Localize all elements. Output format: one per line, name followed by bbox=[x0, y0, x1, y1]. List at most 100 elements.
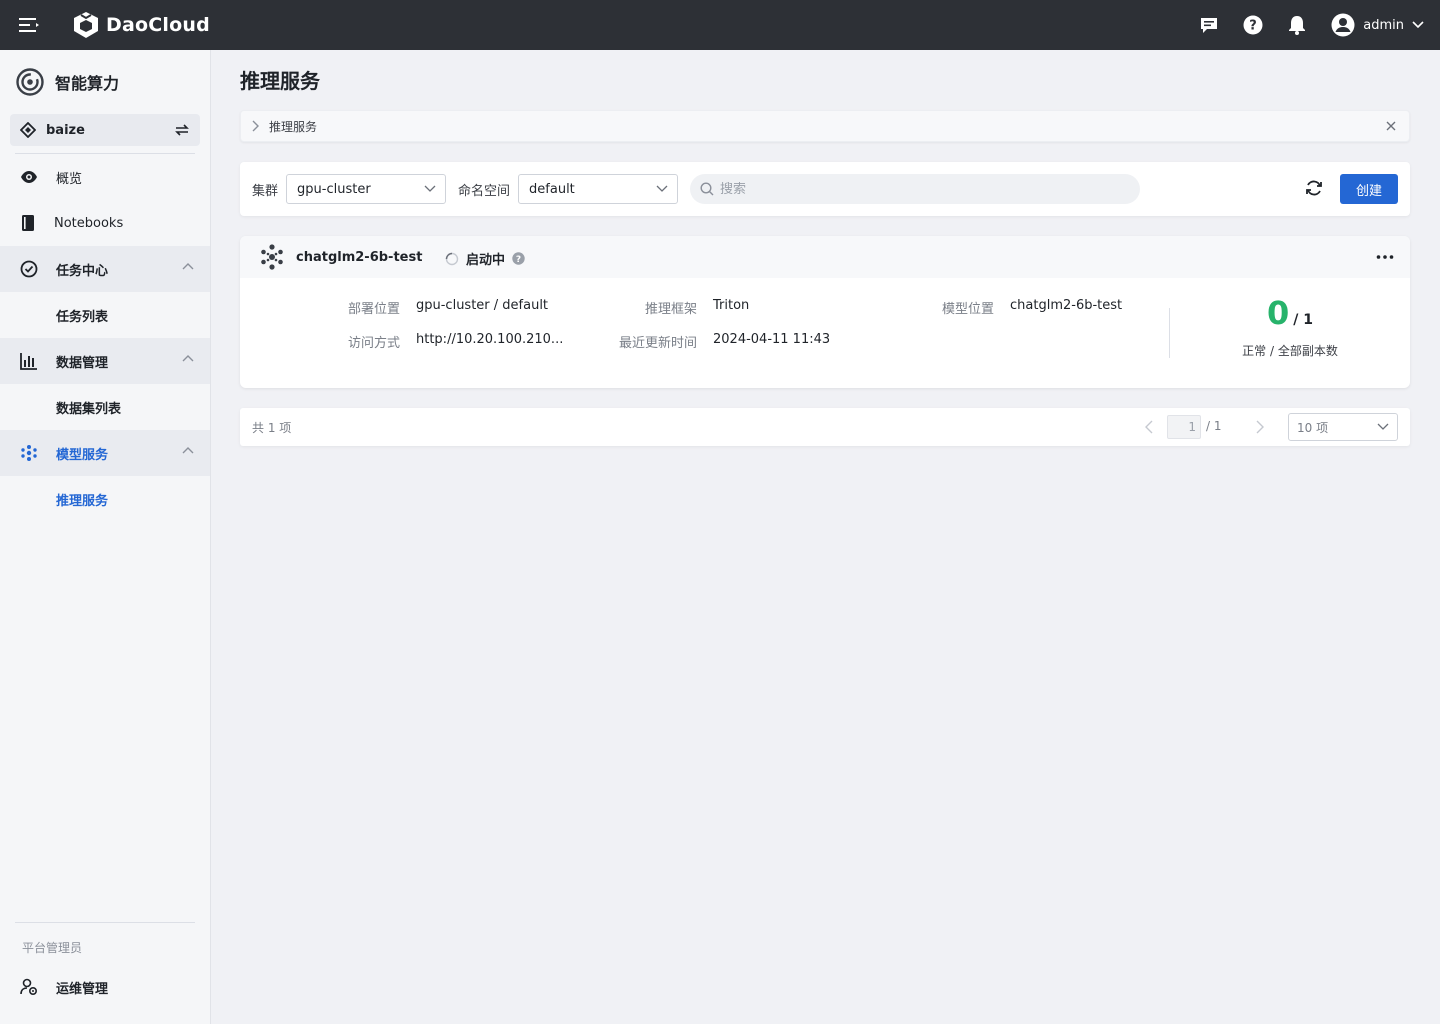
more-options-icon[interactable] bbox=[1376, 249, 1394, 265]
bell-icon[interactable] bbox=[1275, 0, 1319, 50]
chevron-up-icon bbox=[182, 355, 194, 362]
cluster-select[interactable]: gpu-cluster bbox=[286, 174, 447, 204]
workspace-icon bbox=[20, 122, 36, 138]
user-avatar-icon bbox=[1331, 13, 1355, 37]
namespace-select[interactable]: default bbox=[518, 174, 679, 204]
sidebar-item-overview[interactable]: 概览 bbox=[0, 154, 210, 200]
chevron-down-icon bbox=[1377, 423, 1389, 430]
service-name[interactable]: chatglm2-6b-test bbox=[296, 250, 422, 265]
help-icon[interactable]: ? bbox=[1231, 0, 1275, 50]
menu-icon[interactable] bbox=[0, 0, 58, 50]
model-location-value: chatglm2-6b-test bbox=[1010, 298, 1123, 313]
pagination: 共 1 项 1 / 1 10 项 bbox=[240, 408, 1410, 446]
workspace-switcher[interactable]: baize bbox=[10, 114, 200, 146]
sidebar-item-inference-service[interactable]: 推理服务 bbox=[0, 476, 210, 522]
sidebar: 智能算力 baize 概览 Notebooks 任务中心 任务列表 数据管理 数… bbox=[0, 50, 211, 1024]
service-card-header: chatglm2-6b-test 启动中 ? bbox=[240, 236, 1410, 278]
chevron-down-icon bbox=[424, 185, 436, 192]
page-title: 推理服务 bbox=[240, 69, 320, 93]
updated-value: 2024-04-11 11:43 bbox=[713, 332, 831, 347]
chevron-right-icon[interactable] bbox=[251, 120, 259, 132]
user-name: admin bbox=[1363, 17, 1404, 33]
chevron-down-icon bbox=[1412, 21, 1424, 29]
framework-label: 推理框架 bbox=[644, 302, 697, 317]
cluster-value: gpu-cluster bbox=[297, 181, 371, 197]
chevron-left-icon[interactable] bbox=[1145, 420, 1153, 434]
page-total: / 1 bbox=[1206, 419, 1222, 433]
card-divider bbox=[1169, 308, 1170, 358]
replicas-label: 正常 / 全部副本数 bbox=[1242, 344, 1338, 358]
sidebar-item-label: 模型服务 bbox=[56, 447, 109, 463]
replica-summary: 0/ 1 正常 / 全部副本数 bbox=[1240, 294, 1340, 359]
refresh-icon[interactable] bbox=[1304, 178, 1324, 198]
model-location-label: 模型位置 bbox=[941, 302, 994, 317]
sidebar-item-label: 运维管理 bbox=[56, 981, 109, 997]
workspace-name: baize bbox=[46, 122, 85, 138]
notebook-icon bbox=[22, 215, 34, 231]
filter-toolbar: 集群 gpu-cluster 命名空间 default 创建 bbox=[240, 162, 1410, 216]
search-input[interactable] bbox=[720, 181, 1121, 197]
chart-icon bbox=[20, 353, 37, 370]
chevron-up-icon bbox=[182, 263, 194, 270]
product-title: 智能算力 bbox=[55, 74, 120, 93]
sidebar-item-label: 推理服务 bbox=[56, 493, 109, 509]
message-icon[interactable] bbox=[1187, 0, 1231, 50]
model-icon bbox=[21, 445, 37, 461]
access-value[interactable]: http://10.20.100.210... bbox=[416, 332, 563, 347]
search-box bbox=[690, 174, 1141, 204]
status-badge: 启动中 ? bbox=[445, 249, 525, 268]
sidebar-group-task-center[interactable]: 任务中心 bbox=[0, 246, 210, 292]
user-gear-icon bbox=[20, 978, 38, 996]
sidebar-item-label: 数据集列表 bbox=[56, 401, 122, 417]
sidebar-group-model-service[interactable]: 模型服务 bbox=[0, 430, 210, 476]
product-header: 智能算力 bbox=[0, 50, 210, 114]
page-size-select[interactable]: 10 项 bbox=[1288, 413, 1398, 441]
sidebar-item-label: 数据管理 bbox=[56, 355, 109, 371]
access-label: 访问方式 bbox=[347, 336, 400, 351]
framework-value: Triton bbox=[713, 298, 750, 313]
deploy-location-value: gpu-cluster / default bbox=[416, 298, 549, 313]
namespace-value: default bbox=[529, 181, 575, 197]
replicas-ready: 0 bbox=[1267, 294, 1290, 332]
total-count: 共 1 项 bbox=[252, 420, 292, 435]
chevron-right-icon[interactable] bbox=[1256, 420, 1264, 434]
svg-text:?: ? bbox=[1249, 19, 1257, 34]
namespace-label: 命名空间 bbox=[458, 183, 511, 199]
sidebar-item-notebooks[interactable]: Notebooks bbox=[0, 200, 210, 246]
sidebar-item-dataset-list[interactable]: 数据集列表 bbox=[0, 384, 210, 430]
cluster-label: 集群 bbox=[252, 183, 279, 199]
daocloud-logo-icon bbox=[74, 12, 98, 38]
page-size-value: 10 项 bbox=[1297, 420, 1329, 435]
close-icon[interactable] bbox=[1385, 120, 1397, 132]
logo[interactable]: DaoCloud bbox=[72, 11, 210, 39]
chevron-down-icon bbox=[656, 185, 668, 192]
user-menu[interactable]: admin bbox=[1331, 13, 1424, 37]
help-icon[interactable]: ? bbox=[512, 252, 525, 265]
main-content: 推理服务 推理服务 集群 gpu-cluster 命名空间 default 创建… bbox=[240, 50, 1410, 446]
svg-text:?: ? bbox=[516, 255, 521, 265]
replicas-total: / 1 bbox=[1293, 312, 1313, 328]
deploy-location-label: 部署位置 bbox=[347, 302, 400, 317]
tip-banner[interactable]: 推理服务 bbox=[240, 110, 1410, 142]
sidebar-item-task-list[interactable]: 任务列表 bbox=[0, 292, 210, 338]
sidebar-item-label: 任务中心 bbox=[56, 263, 109, 279]
search-icon bbox=[700, 182, 714, 196]
switch-icon[interactable] bbox=[174, 123, 190, 137]
sidebar-item-label: 任务列表 bbox=[56, 309, 109, 325]
sidebar-item-label: Notebooks bbox=[54, 215, 124, 231]
platform-admin-label: 平台管理员 bbox=[22, 941, 83, 955]
eye-icon bbox=[21, 171, 37, 183]
model-icon bbox=[261, 244, 283, 270]
logo-text: DaoCloud bbox=[106, 14, 210, 36]
task-icon bbox=[20, 260, 38, 278]
page-number-input[interactable]: 1 bbox=[1167, 415, 1201, 439]
product-logo-icon bbox=[16, 68, 44, 96]
loading-icon bbox=[445, 252, 459, 265]
create-button[interactable]: 创建 bbox=[1340, 174, 1398, 204]
chevron-up-icon bbox=[182, 447, 194, 454]
status-text: 启动中 bbox=[466, 253, 506, 268]
tip-text: 推理服务 bbox=[269, 119, 318, 134]
sidebar-group-data-management[interactable]: 数据管理 bbox=[0, 338, 210, 384]
sidebar-item-ops-management[interactable]: 运维管理 bbox=[0, 964, 210, 1010]
sidebar-item-label: 概览 bbox=[56, 171, 83, 187]
